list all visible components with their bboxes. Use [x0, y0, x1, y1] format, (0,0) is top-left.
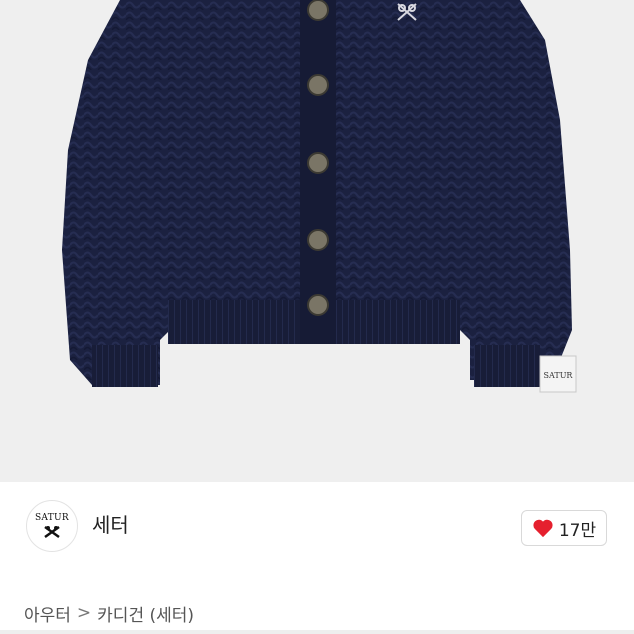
sleeve-patch-text: SATUR	[544, 371, 574, 380]
like-count: 17만	[558, 520, 597, 541]
breadcrumb-item-outer[interactable]: 아우터	[24, 601, 71, 626]
heart-icon	[533, 519, 553, 538]
left-cuff	[92, 345, 158, 387]
breadcrumb-separator: >	[76, 603, 92, 623]
shop-logo-text: SATUR	[34, 513, 70, 523]
sleeve-patch: SATUR	[539, 355, 577, 393]
like-button[interactable]: 17만	[521, 510, 607, 546]
breadcrumb-item-cardigan[interactable]: 카디건 (세터)	[97, 601, 194, 626]
product-image[interactable]: SATUR	[0, 0, 634, 482]
breadcrumb: 아우터 > 카디건 (세터)	[24, 600, 194, 626]
shop-logo-icon	[44, 525, 60, 539]
divider	[0, 630, 634, 634]
right-cuff	[474, 345, 540, 387]
shop-name[interactable]: 세터	[92, 512, 129, 538]
cardigan-photo: SATUR	[0, 0, 634, 482]
shop-avatar[interactable]: SATUR	[26, 500, 78, 552]
